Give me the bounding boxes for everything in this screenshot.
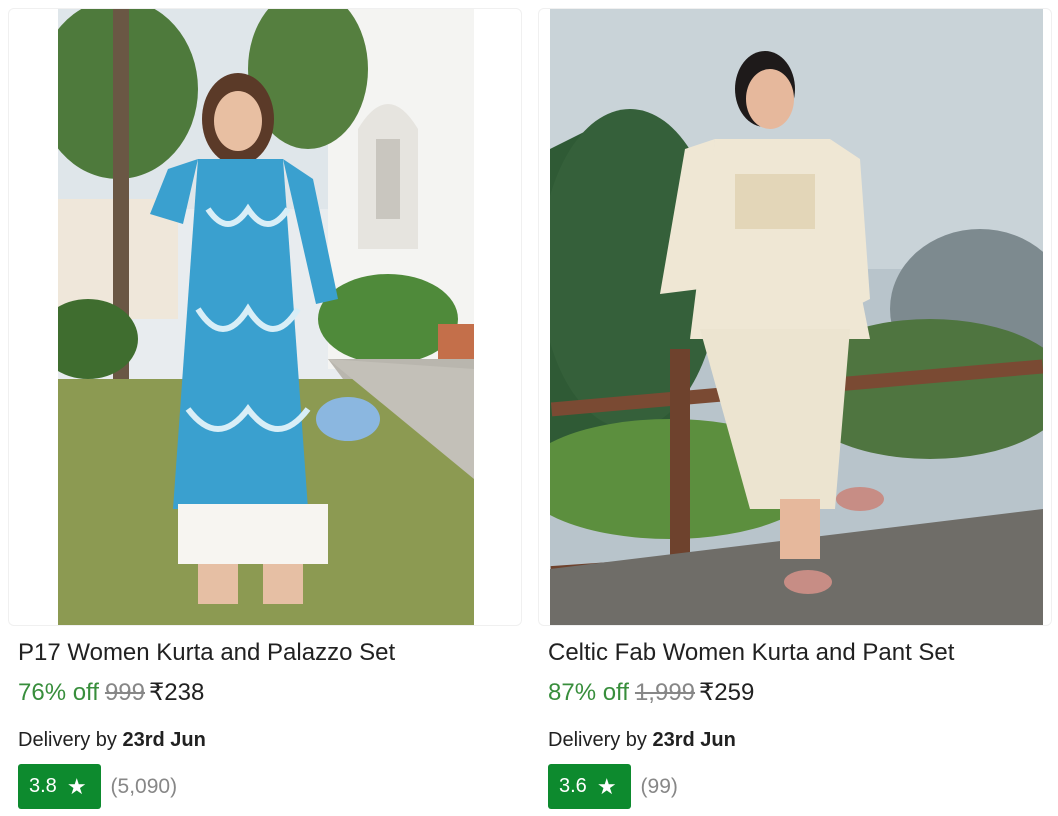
sale-price: ₹259 — [699, 679, 755, 706]
delivery-date: 23rd Jun — [652, 729, 736, 751]
rating-badge: 3.8 ★ — [18, 764, 101, 809]
rating-value: 3.6 — [559, 775, 587, 797]
product-image-frame[interactable] — [538, 8, 1052, 626]
rating-count: (99) — [640, 774, 678, 798]
price-row: 76% off 999 ₹238 — [18, 678, 204, 708]
product-image[interactable] — [550, 9, 1043, 625]
product-title[interactable]: Celtic Fab Women Kurta and Pant Set — [548, 638, 954, 668]
product-card[interactable]: P17 Women Kurta and Palazzo Set 76% off 9… — [8, 8, 522, 814]
delivery-info: Delivery by 23rd Jun — [18, 727, 206, 753]
delivery-date: 23rd Jun — [122, 729, 206, 751]
rating-row: 3.8 ★ (5,090) — [18, 764, 177, 809]
discount-label: 76% off — [18, 679, 99, 706]
product-card[interactable]: Celtic Fab Women Kurta and Pant Set 87% … — [538, 8, 1052, 814]
sale-price: ₹238 — [149, 679, 205, 706]
product-image[interactable] — [58, 9, 474, 625]
rating-value: 3.8 — [29, 775, 57, 797]
discount-label: 87% off — [548, 679, 629, 706]
original-price: 999 — [104, 679, 145, 706]
original-price: 1,999 — [634, 679, 696, 706]
delivery-prefix: Delivery by — [548, 729, 647, 751]
product-title[interactable]: P17 Women Kurta and Palazzo Set — [18, 638, 395, 668]
star-icon: ★ — [596, 773, 617, 799]
product-photo-kurta-pant — [550, 9, 1043, 625]
rating-count: (5,090) — [110, 774, 178, 798]
price-row: 87% off 1,999 ₹259 — [548, 678, 754, 708]
rating-row: 3.6 ★ (99) — [548, 764, 678, 809]
star-icon: ★ — [66, 773, 87, 799]
delivery-info: Delivery by 23rd Jun — [548, 727, 736, 753]
delivery-prefix: Delivery by — [18, 729, 117, 751]
product-photo-kurta-palazzo — [58, 9, 474, 625]
product-image-frame[interactable] — [8, 8, 522, 626]
rating-badge: 3.6 ★ — [548, 764, 631, 809]
